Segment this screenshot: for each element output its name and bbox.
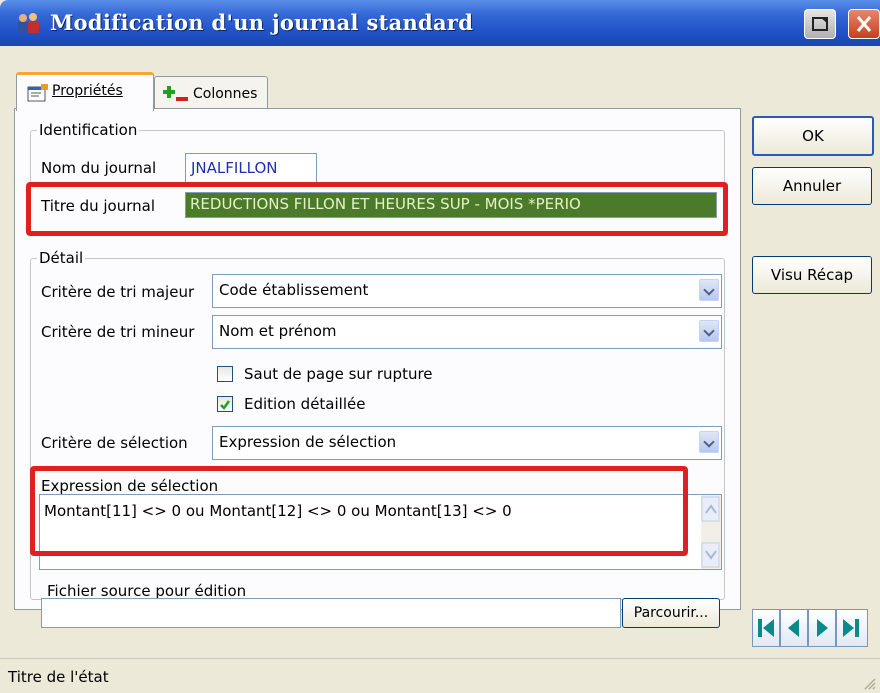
status-bar: Titre de l'état (0, 658, 880, 693)
fichier-field[interactable] (41, 598, 621, 628)
nom-journal-label: Nom du journal (41, 159, 157, 177)
tab-colonnes[interactable]: Colonnes (154, 76, 268, 109)
add-remove-icon (163, 86, 188, 101)
tab-colonnes-label: Colonnes (193, 86, 258, 102)
first-icon (758, 619, 774, 637)
chevron-down-icon[interactable] (699, 279, 719, 301)
dialog-window: Modification d'un journal standard Propr… (0, 0, 880, 693)
chevron-down-icon[interactable] (699, 320, 719, 342)
next-record-button[interactable] (808, 609, 836, 647)
tab-proprietes[interactable]: Propriétés (16, 72, 154, 111)
selection-label: Critère de sélection (41, 434, 188, 452)
close-icon (856, 16, 872, 32)
checkmark-icon (220, 400, 231, 410)
chevron-down-icon[interactable] (699, 431, 719, 453)
next-icon (817, 619, 828, 637)
title-bar[interactable]: Modification d'un journal standard (0, 0, 880, 46)
highlight-expression (30, 466, 688, 556)
saut-page-label: Saut de page sur rupture (244, 365, 433, 383)
tri-majeur-value: Code établissement (219, 281, 369, 299)
selection-value: Expression de sélection (219, 433, 397, 451)
ok-button[interactable]: OK (752, 116, 874, 156)
tab-proprietes-label: Propriétés (52, 83, 123, 99)
people-icon (18, 13, 39, 33)
identification-legend: Identification (37, 121, 140, 139)
nom-journal-field[interactable]: JNALFILLON (185, 153, 317, 183)
window-title: Modification d'un journal standard (50, 10, 474, 35)
selection-select[interactable]: Expression de sélection (212, 426, 722, 460)
expression-scrollbar[interactable] (701, 495, 721, 569)
tri-mineur-select[interactable]: Nom et prénom (212, 315, 722, 349)
status-text: Titre de l'état (8, 668, 109, 686)
visu-recap-button[interactable]: Visu Récap (752, 256, 872, 294)
properties-icon (27, 84, 48, 102)
previous-record-button[interactable] (780, 609, 808, 647)
edition-detaillee-label: Edition détaillée (244, 395, 366, 413)
restore-button[interactable] (804, 9, 836, 39)
close-button[interactable] (848, 9, 880, 39)
last-icon (843, 619, 859, 637)
resize-grip-icon[interactable] (862, 676, 876, 690)
restore-icon (812, 17, 828, 31)
highlight-titre (26, 182, 728, 236)
tri-majeur-label: Critère de tri majeur (41, 283, 195, 301)
edition-detaillee-checkbox[interactable] (217, 396, 233, 412)
parcourir-button[interactable]: Parcourir... (622, 598, 720, 628)
annuler-button[interactable]: Annuler (752, 167, 872, 205)
detail-legend: Détail (37, 249, 86, 267)
previous-icon (788, 619, 799, 637)
tri-mineur-value: Nom et prénom (219, 322, 337, 340)
scroll-arrows-icon (701, 496, 720, 568)
first-record-button[interactable] (752, 609, 780, 647)
saut-page-checkbox[interactable] (217, 366, 233, 382)
tri-mineur-label: Critère de tri mineur (41, 323, 195, 341)
tri-majeur-select[interactable]: Code établissement (212, 274, 722, 308)
last-record-button[interactable] (836, 609, 868, 647)
